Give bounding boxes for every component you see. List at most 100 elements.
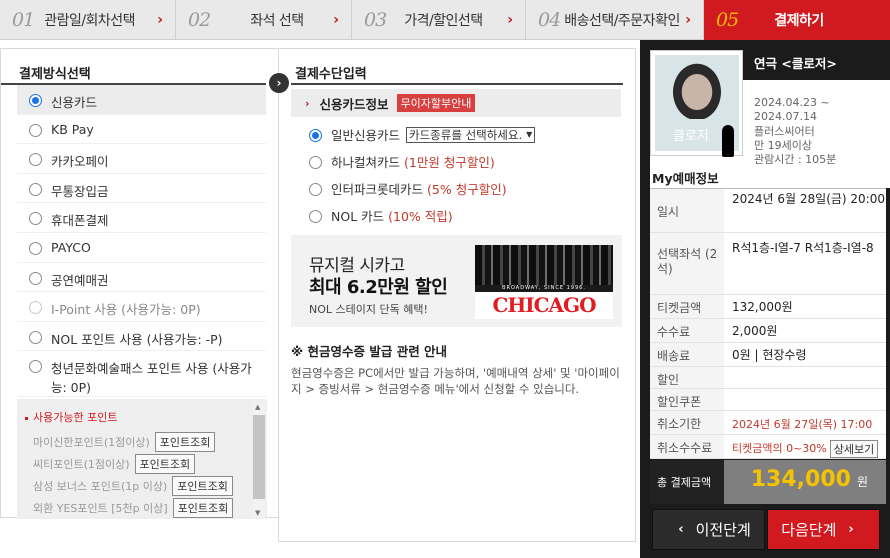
point-inquiry-button[interactable]: 포인트조회 [154, 432, 216, 452]
reservation-row: 수수료 2,000원 [650, 319, 886, 343]
reservation-row: 할인쿠폰 [650, 389, 886, 411]
payment-option[interactable]: 신용카드 [17, 85, 266, 115]
point-name: 외환 YES포인트 [5천p 이상] [33, 502, 168, 515]
radio-icon[interactable] [309, 156, 322, 169]
radio-icon[interactable] [29, 271, 42, 285]
step-4: 04 배송선택/주문자확인 › [526, 0, 704, 40]
radio-icon[interactable] [29, 123, 42, 137]
payment-option[interactable]: NOL 포인트 사용 (사용가능: -P) [17, 322, 266, 352]
scroll-up-icon[interactable]: ▲ [255, 403, 260, 411]
payment-option-label: NOL 포인트 사용 (사용가능: -P) [51, 331, 223, 347]
radio-icon[interactable] [309, 183, 322, 196]
payment-option[interactable]: PAYCO [17, 233, 266, 263]
available-points-box: 사용가능한 포인트 마이신한포인트(1점이상) 포인트조회 씨티포인트(1점이상)… [17, 399, 267, 519]
step-number: 02 [188, 9, 211, 31]
payment-option-label: 무통장입금 [51, 183, 109, 199]
poster-logo: CHICAGO [475, 292, 613, 319]
radio-icon[interactable] [29, 330, 42, 344]
card-option[interactable]: 하나컬쳐카드 (1만원 청구할인) [309, 148, 635, 175]
card-info-title: 신용카드정보 [319, 96, 389, 112]
interest-free-badge[interactable]: 무이자할부안내 [396, 94, 476, 112]
panel-title: 결제수단입력 [291, 49, 623, 85]
point-row: 마이신한포인트(1점이상) 포인트조회 [17, 431, 267, 453]
radio-icon[interactable] [29, 360, 42, 374]
step-label: 관람일/회차선택 [44, 13, 136, 29]
row-value: 2024년 6월 27일(목) 17:00 [724, 411, 886, 434]
payment-input-panel: › 결제수단입력 › 신용카드정보 무이자할부안내 일반신용카드 카드종류를 선… [269, 48, 636, 542]
poster-figures [475, 245, 613, 285]
chevron-right-icon: › [848, 522, 854, 537]
payment-option[interactable]: 카카오페이 [17, 144, 266, 174]
points-title: 사용가능한 포인트 [17, 399, 267, 431]
payment-option[interactable]: 무통장입금 [17, 174, 266, 204]
card-benefit: (1만원 청구할인) [404, 155, 495, 170]
bullet-icon [25, 416, 28, 420]
point-row: 외환 YES포인트 [5천p 이상] 포인트조회 [17, 497, 267, 519]
show-period-start: 2024.04.23 ~ [754, 96, 830, 109]
card-type-list: 일반신용카드 카드종류를 선택하세요. ▼ 하나컬쳐카드 (1만원 청구할인) 인… [279, 117, 635, 229]
promo-banner[interactable]: 뮤지컬 시카고 최대 6.2만원 할인 NOL 스테이지 단독 혜택! BROA… [291, 235, 622, 327]
notice-title: ※ 현금영수증 발급 관련 안내 [291, 344, 448, 359]
row-value [724, 389, 886, 410]
payment-option[interactable]: 청년문화예술패스 포인트 사용 (사용가능: 0P) [17, 351, 266, 398]
point-inquiry-button[interactable]: 포인트조회 [172, 498, 234, 518]
chevron-left-icon: ‹ [678, 522, 684, 537]
row-key: 선택좌석 (2석) [650, 233, 724, 294]
card-select-value: 카드종류를 선택하세요. [409, 127, 523, 142]
notice-body: 현금영수증은 PC에서만 발급 가능하며, '예매내역 상세' 및 '마이페이지… [291, 366, 620, 396]
reservation-row: 취소수수료 티켓금액의 0~30% 상세보기 [650, 435, 886, 459]
scroll-down-icon[interactable]: ▼ [255, 509, 260, 517]
total-value-box: 134,000 원 [724, 460, 886, 504]
prev-step-label: 이전단계 [695, 521, 751, 539]
prev-step-button[interactable]: ‹ 이전단계 [652, 509, 765, 550]
payment-option[interactable]: KB Pay [17, 115, 266, 145]
card-option[interactable]: NOL 카드 (10% 적립) [309, 202, 635, 229]
step-2: 02 좌석 선택 › [176, 0, 352, 40]
payment-option[interactable]: 휴대폰결제 [17, 203, 266, 233]
card-option-label: NOL 카드 [331, 209, 385, 224]
payment-option-label: PAYCO [51, 239, 91, 255]
radio-icon[interactable] [29, 153, 42, 167]
reservation-row: 취소기한 2024년 6월 27일(목) 17:00 [650, 411, 886, 435]
card-option[interactable]: 인터파크롯데카드 (5% 청구할인) [309, 175, 635, 202]
point-inquiry-button[interactable]: 포인트조회 [134, 454, 196, 474]
card-benefit: (5% 청구할인) [427, 182, 507, 197]
radio-icon[interactable] [309, 210, 322, 223]
card-option[interactable]: 일반신용카드 카드종류를 선택하세요. ▼ [309, 121, 635, 148]
poster-title: 클로저 [673, 129, 709, 144]
show-age: 만 19세이상 [754, 138, 812, 152]
step-1: 01 관람일/회차선택 › [0, 0, 176, 40]
radio-selected-icon[interactable] [29, 94, 42, 107]
point-inquiry-button[interactable]: 포인트조회 [172, 476, 233, 496]
total-unit: 원 [856, 475, 868, 489]
row-value: 2024년 6월 28일(금) 20:00 [724, 189, 886, 232]
payment-option[interactable]: 공연예매권 [17, 263, 266, 293]
arrow-right-circle-icon: › [269, 73, 289, 93]
points-scrollbar[interactable]: ▲ ▼ [253, 403, 265, 517]
card-option-label: 하나컬쳐카드 [331, 155, 401, 170]
payment-option-label: 휴대폰결제 [51, 213, 109, 229]
radio-icon[interactable] [29, 182, 42, 196]
card-info-header: › 신용카드정보 무이자할부안내 [291, 89, 621, 117]
poster-portrait [669, 59, 725, 119]
detail-button[interactable]: 상세보기 [829, 440, 879, 458]
show-venue: 플러스씨어터 [754, 124, 815, 138]
payment-option-label: 공연예매권 [51, 272, 109, 288]
payment-option-disabled: I-Point 사용 (사용가능: 0P) [17, 292, 266, 322]
poster-tagline: BROADWAY, SINCE 1996. [502, 285, 586, 291]
next-step-button[interactable]: 다음단계 › [767, 509, 880, 550]
radio-selected-icon[interactable] [309, 129, 322, 142]
panel-title: 결제방식선택 [1, 49, 266, 85]
banner-poster-image: BROADWAY, SINCE 1996. CHICAGO [475, 245, 613, 319]
row-key: 취소수수료 [650, 435, 724, 458]
radio-icon[interactable] [29, 241, 42, 255]
row-key: 할인 [650, 367, 724, 388]
radio-icon[interactable] [29, 212, 42, 226]
card-type-select[interactable]: 카드종류를 선택하세요. ▼ [406, 126, 536, 143]
show-details: 2024.04.23 ~ 2024.07.14 플러스씨어터 만 19세이상 관… [754, 96, 836, 167]
scrollbar-thumb[interactable] [253, 415, 265, 499]
chevron-right-icon: › [305, 96, 310, 110]
row-value: R석1층-I열-7 R석1층-I열-8 [724, 233, 886, 294]
points-title-text: 사용가능한 포인트 [33, 411, 118, 424]
show-period-end: 2024.07.14 [754, 110, 817, 124]
